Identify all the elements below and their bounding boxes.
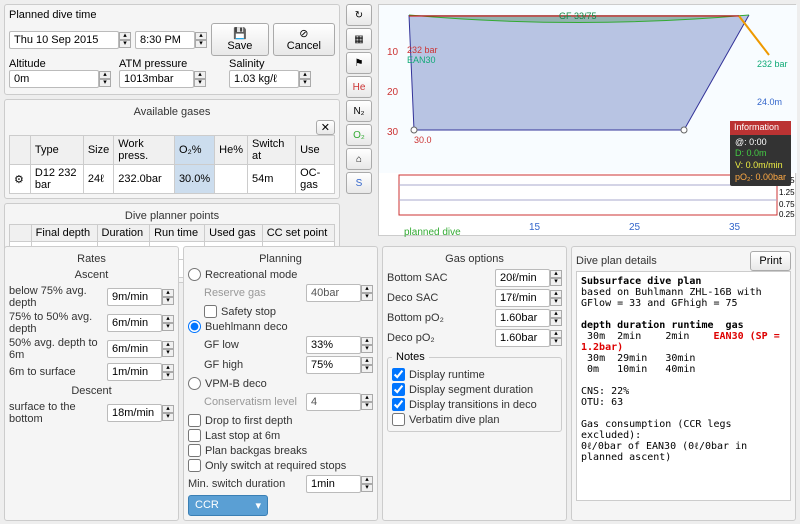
tb-s[interactable]: S [346,172,372,194]
n3-check[interactable] [392,398,405,411]
gfhigh-input[interactable] [306,356,361,374]
reqstops-check[interactable] [188,459,201,472]
svg-text:20: 20 [387,87,399,98]
reserve-input [306,284,361,302]
ascent-title: Ascent [9,267,174,283]
svg-text:0.25: 0.25 [779,210,795,219]
descent-title: Descent [9,383,174,399]
tb-grid[interactable]: ▦ [346,28,372,50]
save-button[interactable]: 💾 Save [211,23,269,56]
cancel-button[interactable]: ⊘ Cancel [273,23,335,56]
svg-text:232 bar: 232 bar [407,45,438,55]
atm-input[interactable] [119,70,194,88]
cons-input [306,393,361,411]
tb-home[interactable]: ⌂ [346,148,372,170]
n1-check[interactable] [392,368,405,381]
svg-text:10: 10 [387,47,399,58]
atm-label: ATM pressure [119,58,225,70]
cylinder-icon [10,165,31,194]
tb-o2[interactable]: O₂ [346,124,372,146]
gases-table: TypeSizeWork press.O₂%He%Switch atUse D1… [9,135,335,194]
gases-title: Available gases [9,104,335,120]
gflow-input[interactable] [306,336,361,354]
dpo2-input[interactable] [495,329,550,347]
bpo2-input[interactable] [495,309,550,327]
chart-tooltip: Information @: 0:00 D: 0.0m V: 0.0m/min … [730,121,791,186]
buehlmann-radio[interactable] [188,320,201,333]
n2-check[interactable] [392,383,405,396]
time-input[interactable] [135,31,195,49]
drop-check[interactable] [188,414,201,427]
svg-text:planned dive: planned dive [404,227,461,237]
chart-toolbar: ↻ ▦ ⚑ He N₂ O₂ ⌂ S [346,4,374,196]
svg-text:30: 30 [387,127,399,138]
tb-he[interactable]: He [346,76,372,98]
altitude-input[interactable] [9,70,99,88]
planning-title: Planning [188,251,373,267]
svg-text:15: 15 [529,222,541,233]
vpm-radio[interactable] [188,377,201,390]
rate5-input[interactable] [107,404,162,422]
rate1-input[interactable] [107,288,162,306]
svg-text:30.0: 30.0 [414,135,432,145]
svg-text:0.75: 0.75 [779,200,795,209]
rate3-input[interactable] [107,340,162,358]
rate2-input[interactable] [107,314,162,332]
date-down[interactable]: ▾ [119,40,131,48]
altitude-label: Altitude [9,58,115,70]
svg-text:232 bar: 232 bar [757,59,788,69]
date-input[interactable] [9,31,119,49]
points-title: Dive planner points [9,208,335,224]
svg-text:24.0m: 24.0m [757,97,782,107]
svg-text:1.25: 1.25 [779,188,795,197]
svg-text:25: 25 [629,222,641,233]
table-row[interactable]: D12 232 bar24ℓ232.0bar30.0%54mOC-gas [10,165,335,194]
last6-check[interactable] [188,429,201,442]
salinity-label: Salinity [229,58,335,70]
tb-refresh[interactable]: ↻ [346,4,372,26]
n4-check[interactable] [392,413,405,426]
svg-text:GF 33/75: GF 33/75 [559,11,597,21]
notes-title: Notes [392,351,429,363]
details-title: Dive plan details [576,253,746,269]
dsac-input[interactable] [495,289,550,307]
planned-dive-label: Planned dive time [9,9,335,21]
recreational-radio[interactable] [188,268,201,281]
print-button[interactable]: Print [750,251,791,271]
backgas-check[interactable] [188,444,201,457]
dive-plan-text: Subsurface dive plan based on Buhlmann Z… [576,271,791,501]
rates-title: Rates [9,251,174,267]
safety-check[interactable] [204,305,217,318]
dive-profile-chart[interactable]: 10 20 30 232 bar EAN30 GF 33/75 232 bar … [378,4,796,236]
salinity-input[interactable] [229,70,299,88]
ccr-dropdown[interactable]: CCR ▾ [188,495,268,516]
date-up[interactable]: ▴ [119,32,131,40]
svg-text:35: 35 [729,222,741,233]
gas-title: Gas options [387,251,562,267]
tb-flag[interactable]: ⚑ [346,52,372,74]
rate4-input[interactable] [107,363,162,381]
bsac-input[interactable] [495,269,550,287]
minswitch-input[interactable] [306,475,361,493]
tb-n2[interactable]: N₂ [346,100,372,122]
svg-text:EAN30: EAN30 [407,55,436,65]
gases-close[interactable]: ✕ [316,120,335,135]
